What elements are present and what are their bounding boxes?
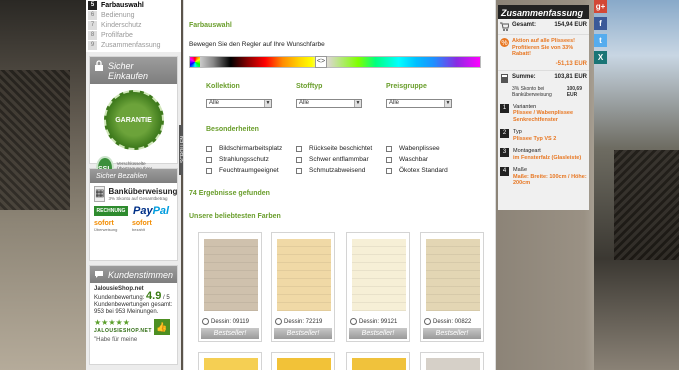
- results-count: 74 Ergebnisse gefunden: [189, 190, 270, 197]
- step-farbauswahl[interactable]: 5 Farbauswahl: [88, 0, 181, 10]
- color-slider-handle[interactable]: <>: [315, 56, 327, 68]
- background-photo-left: [0, 0, 86, 370]
- summary-item-varianten[interactable]: 1 Varianten Plissee / Wabenplissee Senkrec…: [498, 101, 589, 127]
- discount-value: -51,13 EUR: [555, 60, 587, 67]
- section-title-farbauswahl: Farbauswahl: [189, 22, 232, 29]
- summary-title: Zusammenfassung: [498, 5, 589, 19]
- bank-transfer-option: ▦ Banküberweisung 3% Skonto auf Gesamtbet…: [94, 186, 178, 202]
- besonderheiten-title: Besonderheiten: [206, 126, 259, 133]
- rating-score: 4.9: [146, 290, 162, 302]
- rating-count: Kundenbewertungen gesamt: 953 bei 953 Me…: [94, 302, 173, 315]
- step-zusammenfassung[interactable]: 9 Zusammenfassung: [88, 40, 181, 50]
- bestseller-badge: Bestseller!: [349, 328, 407, 339]
- review-quote: "Habe für meine: [94, 337, 138, 343]
- radio-button[interactable]: [350, 318, 357, 325]
- secure-shopping-title: Sicher Einkaufen: [108, 61, 149, 81]
- order-summary: Zusammenfassung Gesamt: 154,94 EUR % Akt…: [498, 5, 589, 210]
- color-slider[interactable]: <>: [189, 56, 481, 68]
- color-tile[interactable]: Dessin: 99121 Bestseller!: [346, 232, 410, 342]
- color-tile[interactable]: [420, 352, 484, 370]
- chevron-down-icon: ▼: [444, 100, 451, 107]
- percent-icon: %: [500, 38, 509, 47]
- swatch[interactable]: [426, 239, 480, 311]
- checkbox-oekotex-standard[interactable]: Ökotex Standard: [386, 166, 448, 175]
- customer-reviews-box: Kundenstimmen JalousieShop.net Kundenbew…: [89, 265, 178, 365]
- guarantee-seal[interactable]: GARANTIE: [103, 90, 164, 150]
- xing-icon[interactable]: X: [594, 51, 607, 64]
- color-tile[interactable]: Dessin: 00822 Bestseller!: [420, 232, 484, 342]
- radio-button[interactable]: [202, 318, 209, 325]
- step-bedienung[interactable]: 6 Bedienung: [88, 10, 181, 20]
- facebook-icon[interactable]: f: [594, 17, 607, 30]
- twitter-icon[interactable]: t: [594, 34, 607, 47]
- total-value: 154,94 EUR: [554, 22, 587, 28]
- checkbox-rueckseite-beschichtet[interactable]: Rückseite beschichtet: [296, 144, 372, 153]
- skonto-row: 3% Skonto bei Banküberweisung 100,69 EUR: [512, 85, 582, 98]
- swatch[interactable]: [277, 239, 331, 311]
- color-selection-panel: Farbauswahl Bewegen Sie den Regler auf I…: [183, 0, 496, 370]
- checkbox-schmutzabweisend[interactable]: Schmutzabweisend: [296, 166, 365, 175]
- swatch[interactable]: [277, 358, 331, 370]
- preisgruppe-select[interactable]: Alle ▼: [386, 99, 452, 108]
- summary-item-typ[interactable]: 2 Typ Plissee Typ VS 2: [498, 126, 589, 145]
- swatch[interactable]: [426, 358, 480, 370]
- color-wheel-icon: [190, 57, 200, 67]
- invoice-logo: RECHNUNG: [94, 206, 128, 216]
- reviews-title: Kundenstimmen: [108, 270, 174, 280]
- social-share-bar: g+ f t X: [594, 0, 607, 68]
- secure-payment-title: Sicher Bezahlen: [96, 173, 147, 180]
- checkbox-waschbar[interactable]: Waschbar: [386, 155, 428, 164]
- slider-hint: Bewegen Sie den Regler auf Ihre Wunschfa…: [189, 41, 325, 48]
- swatch[interactable]: [352, 239, 406, 311]
- summary-item-masse[interactable]: 4 Maße Maße: Breite: 100cm / Höhe: 200cm: [498, 164, 589, 190]
- sofort-ueberweisung-logo: sofort Überweisung: [94, 220, 118, 232]
- color-tile[interactable]: Dessin: 72219 Bestseller!: [271, 232, 335, 342]
- swatch[interactable]: [204, 358, 258, 370]
- radio-button[interactable]: [275, 318, 282, 325]
- bestseller-badge: Bestseller!: [274, 328, 332, 339]
- secure-payment-box: Sicher Bezahlen ▦ Banküberweisung 3% Skon…: [89, 168, 178, 261]
- sofort-bezahlt-logo: sofort bezahlt: [132, 220, 152, 232]
- paypal-logo: PayPal: [133, 205, 170, 217]
- filter-label-preisgruppe: Preisgruppe: [386, 83, 427, 90]
- color-tile[interactable]: [198, 352, 262, 370]
- sum-value: 103,81 EUR: [554, 73, 587, 80]
- swatch[interactable]: [352, 358, 406, 370]
- step-profilfarbe[interactable]: 8 Profilfarbe: [88, 30, 181, 40]
- google-plus-icon[interactable]: g+: [594, 0, 607, 13]
- calculator-icon: [501, 73, 508, 83]
- cart-icon: [500, 22, 509, 31]
- color-tile[interactable]: Dessin: 09119 Bestseller!: [198, 232, 262, 342]
- color-tile[interactable]: [346, 352, 410, 370]
- swatch[interactable]: [204, 239, 258, 311]
- kollektion-select[interactable]: Alle ▼: [206, 99, 272, 108]
- bestseller-badge: Bestseller!: [423, 328, 481, 339]
- chevron-down-icon: ▼: [354, 100, 361, 107]
- step-kinderschutz[interactable]: 7 Kinderschutz: [88, 20, 181, 30]
- left-sidebar: 5 Farbauswahl 6 Bedienung 7 Kinderschutz 8P…: [86, 0, 181, 370]
- stofftyp-select[interactable]: Alle ▼: [296, 99, 362, 108]
- configurator-steps: 5 Farbauswahl 6 Bedienung 7 Kinderschutz 8P…: [86, 0, 181, 52]
- bank-icon: ▦: [94, 186, 106, 202]
- thumbs-up-icon: 👍: [153, 319, 170, 335]
- checkbox-strahlungsschutz[interactable]: Strahlungsschutz: [206, 155, 269, 164]
- rating-stars: ★★★★★ JALOUSIESHOP.NET 👍: [94, 319, 173, 335]
- filter-label-stofftyp: Stofftyp: [296, 83, 323, 90]
- radio-button[interactable]: [424, 318, 431, 325]
- promotion: % Aktion auf alle Plissees! Profitieren …: [498, 35, 589, 71]
- color-tile[interactable]: [271, 352, 335, 370]
- lock-icon: [95, 60, 103, 71]
- summary-item-montageart[interactable]: 3 Montageart im Fensterfalz (Glasleiste): [498, 145, 589, 164]
- checkbox-wabenplissee[interactable]: Wabenplissee: [386, 144, 440, 153]
- chevron-down-icon: ▼: [264, 100, 271, 107]
- speech-bubble-icon: [95, 271, 103, 278]
- checkbox-schwer-entflammbar[interactable]: Schwer entflammbar: [296, 155, 369, 164]
- bestseller-badge: Bestseller!: [201, 328, 259, 339]
- favorites-title: Unsere beliebtesten Farben: [189, 213, 281, 220]
- checkbox-bildschirmarbeitsplatz[interactable]: Bildschirmarbeitsplatz: [206, 144, 282, 153]
- checkbox-feuchtraumgeeignet[interactable]: Feuchtraumgeeignet: [206, 166, 279, 175]
- secure-shopping-box: Sicher Einkaufen GARANTIE SSL Verschlüss…: [89, 56, 178, 180]
- svg-text:%: %: [501, 40, 507, 47]
- filter-label-kollektion: Kollektion: [206, 83, 240, 90]
